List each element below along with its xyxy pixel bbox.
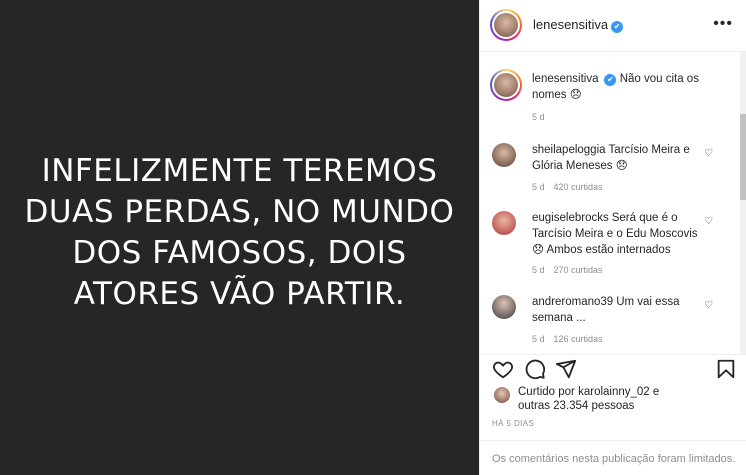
media-text-line: DOS FAMOSOS, DOIS (72, 235, 407, 271)
comments-list[interactable]: lenesensitiva ✔ Não vou cita os nomes 😞 5… (480, 52, 746, 354)
comment-icon[interactable] (524, 358, 546, 380)
post-side-panel: lenesensitiva ✔ ••• lenesensitiva ✔ Não vo… (479, 0, 746, 475)
comment-like-heart-icon[interactable]: ♡ (704, 300, 713, 311)
author-avatar[interactable] (490, 69, 522, 101)
comment-like-heart-icon[interactable]: ♡ (704, 148, 713, 159)
comment-meta: 5 d 126 curtidas (532, 334, 612, 344)
media-text-line: INFELIZMENTE TEREMOS (41, 153, 438, 189)
comment-time[interactable]: 5 d (532, 265, 545, 275)
comment-meta: 5 d 270 curtidas (532, 265, 612, 275)
comment-text: eugiselebrocks Será que é o Tarcísio Meir… (532, 212, 698, 256)
caption-time[interactable]: 5 d (532, 112, 545, 122)
comment-username[interactable]: sheilapeloggia (532, 144, 606, 156)
media-text-line: ATORES VÃO PARTIR. (73, 276, 406, 312)
author-username[interactable]: lenesensitiva ✔ (533, 17, 624, 33)
caption-username[interactable]: lenesensitiva (532, 73, 598, 85)
likes-summary[interactable]: Curtido por karolainny_02 e outras 23.35… (492, 385, 742, 415)
heart-icon[interactable] (492, 358, 514, 380)
more-options-button[interactable]: ••• (713, 16, 733, 32)
comment-likes[interactable]: 270 curtidas (554, 265, 603, 275)
verified-badge-icon: ✔ (611, 21, 624, 33)
comment-username[interactable]: eugiselebrocks (532, 212, 609, 224)
scrollbar-thumb[interactable] (740, 114, 746, 200)
commenter-avatar[interactable] (492, 143, 516, 167)
comments-scrollbar[interactable] (740, 52, 746, 354)
post-media-text: INFELIZMENTE TEREMOS DUAS PERDAS, NO MUN… (25, 151, 455, 315)
verified-badge-icon: ✔ (604, 74, 617, 86)
media-text-line: DUAS PERDAS, NO MUNDO (24, 194, 455, 230)
comment-meta: 5 d 420 curtidas (532, 182, 612, 192)
liker-username[interactable]: karolainny_02 (578, 386, 650, 398)
post-media: INFELIZMENTE TEREMOS DUAS PERDAS, NO MUN… (0, 0, 479, 475)
commenter-avatar[interactable] (492, 211, 516, 235)
caption-text: lenesensitiva ✔ Não vou cita os nomes 😞 (532, 73, 699, 101)
liker-avatar[interactable] (494, 387, 510, 403)
comments-limited-message: Os comentários nesta publicação foram li… (492, 453, 736, 465)
commenter-avatar[interactable] (492, 295, 516, 319)
author-avatar[interactable] (490, 9, 522, 41)
share-icon[interactable] (555, 358, 577, 380)
caption-meta: 5 d (532, 112, 554, 122)
post-actions (480, 354, 746, 384)
comment-likes[interactable]: 126 curtidas (554, 334, 603, 344)
comment-text: sheilapeloggia Tarcísio Meira e Glória Me… (532, 144, 690, 172)
comment-username[interactable]: andreromano39 (532, 296, 613, 308)
other-likers-link[interactable]: outras 23.354 pessoas (518, 400, 634, 412)
comments-limited-footer: Os comentários nesta publicação foram li… (480, 440, 746, 475)
post-timestamp[interactable]: HÁ 5 DIAS (492, 419, 534, 428)
post-header: lenesensitiva ✔ ••• (480, 0, 746, 52)
comment-time[interactable]: 5 d (532, 182, 545, 192)
comment-likes[interactable]: 420 curtidas (554, 182, 603, 192)
comment-time[interactable]: 5 d (532, 334, 545, 344)
comment-like-heart-icon[interactable]: ♡ (704, 216, 713, 227)
comment-text: andreromano39 Um vai essa semana ... (532, 296, 680, 324)
bookmark-icon[interactable] (715, 358, 737, 380)
likes-text: Curtido por karolainny_02 e outras 23.35… (518, 386, 660, 412)
